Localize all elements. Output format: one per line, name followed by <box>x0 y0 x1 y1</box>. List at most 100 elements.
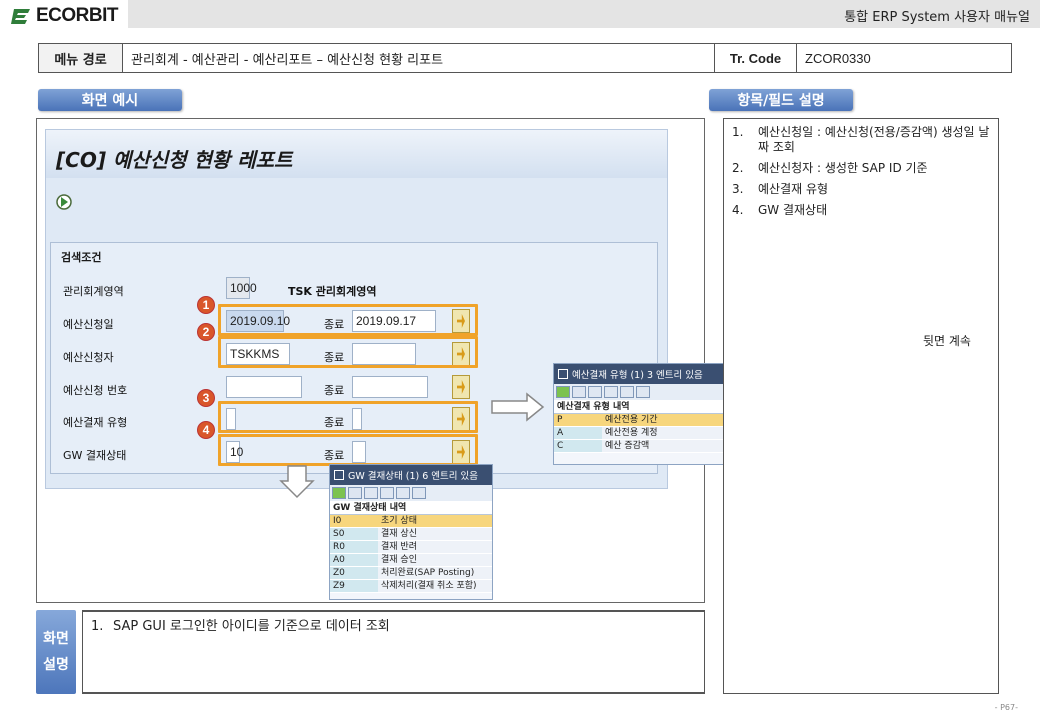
print-icon[interactable] <box>620 386 634 398</box>
menu-path-label: 메뉴 경로 <box>39 44 123 72</box>
marker-4: 4 <box>197 421 215 439</box>
screen-description-box: 1. SAP GUI 로그인한 아이디를 기준으로 데이터 조회 <box>82 610 705 694</box>
right-arrow-icon <box>491 392 545 422</box>
row-label-request-date: 예산신청일 <box>63 318 114 331</box>
manual-title: 통합 ERP System 사용자 매뉴얼 <box>844 10 1030 25</box>
continue-note: 뒷면 계속 <box>923 334 971 348</box>
item-text: 예산결재 유형 <box>758 182 829 196</box>
company-logo: ECORBIT <box>0 0 128 32</box>
popup-toolbar <box>330 485 492 501</box>
list-item: 3. 예산결재 유형 <box>732 182 992 197</box>
marker-2: 2 <box>197 323 215 341</box>
gw-status-popup: GW 결재상태 (1) 6 엔트리 있음 GW 결재상태 내역 I0 초기 상태 … <box>329 464 493 600</box>
item-code: A0 <box>330 554 378 566</box>
search-icon[interactable] <box>364 487 378 499</box>
list-item[interactable]: Z0 처리완료(SAP Posting) <box>330 567 492 580</box>
highlight-box-1 <box>218 304 478 336</box>
approval-type-column-header: 예산결재 유형 내역 <box>554 400 724 414</box>
list-item[interactable]: A0 결재 승인 <box>330 554 492 567</box>
tr-code-value: ZCOR0330 <box>805 50 871 66</box>
menu-path-value: 관리회계 - 예산관리 - 예산리포트 – 예산신청 현황 리포트 <box>123 44 715 72</box>
item-code: I0 <box>330 515 378 527</box>
item-code: P <box>554 414 602 426</box>
sap-title-band: [CO] 예산신청 현황 레포트 <box>46 130 667 178</box>
item-code: R0 <box>330 541 378 553</box>
list-item: 4. GW 결재상태 <box>732 203 992 218</box>
list-item[interactable]: I0 초기 상태 <box>330 515 492 528</box>
row-label-approval-type: 예산결재 유형 <box>63 416 128 429</box>
print-icon[interactable] <box>396 487 410 499</box>
list-item[interactable]: Z9 삭제처리(결재 취소 포함) <box>330 580 492 593</box>
item-desc: 예산전용 기간 <box>602 414 724 426</box>
gw-status-popup-title: GW 결재상태 (1) 6 엔트리 있음 <box>348 471 479 482</box>
tr-code-label: Tr. Code <box>715 44 797 72</box>
list-item[interactable]: P 예산전용 기간 <box>554 414 724 427</box>
gw-status-popup-header: GW 결재상태 (1) 6 엔트리 있음 <box>330 465 492 485</box>
controlling-area-text: TSK 관리회계영역 <box>288 285 377 298</box>
sap-report-title: [CO] 예산신청 현황 레포트 <box>56 148 293 172</box>
item-desc: 결재 상신 <box>381 529 417 539</box>
search-icon[interactable] <box>588 386 602 398</box>
request-number-to-label: 종료 <box>324 384 345 397</box>
item-number: 3. <box>732 182 744 196</box>
field-description-heading: 항목/필드 설명 <box>709 89 853 111</box>
list-item: 2. 예산신청자 : 생성한 SAP ID 기준 <box>732 161 992 176</box>
menu-path-table: 메뉴 경로 관리회계 - 예산관리 - 예산리포트 – 예산신청 현황 리포트 … <box>38 43 1012 73</box>
confirm-icon[interactable] <box>332 487 346 499</box>
execute-icon[interactable] <box>56 192 72 212</box>
field-description-list: 1. 예산신청일 : 예산신청(전용/증감액) 생성일 날짜 조회 2. 예산신청자… <box>732 125 992 224</box>
item-number: 1. <box>732 125 744 139</box>
item-number: 2. <box>732 161 744 175</box>
confirm-icon[interactable] <box>556 386 570 398</box>
item-desc: 삭제처리(결재 취소 포함) <box>381 581 477 591</box>
multiple-selection-button[interactable] <box>452 375 470 399</box>
screen-example-heading: 화면 예시 <box>38 89 182 111</box>
favorite-icon[interactable] <box>636 386 650 398</box>
popup-toolbar <box>554 384 724 400</box>
list-item[interactable]: C 예산 증감액 <box>554 440 724 453</box>
approval-type-popup: 예산결재 유형 (1) 3 엔트리 있음 예산결재 유형 내역 P 예산전용 기간… <box>553 363 725 465</box>
controlling-area-field[interactable]: 1000 <box>226 277 257 299</box>
row-label-request-number: 예산신청 번호 <box>63 384 128 397</box>
item-text: 예산신청일 : 예산신청(전용/증감액) 생성일 날짜 조회 <box>758 125 990 154</box>
marker-3: 3 <box>197 389 215 407</box>
item-text: 예산신청자 : 생성한 SAP ID 기준 <box>758 161 928 175</box>
screen-description-label-line2: 설명 <box>43 657 69 673</box>
item-desc: 예산 증감액 <box>605 441 650 451</box>
list-item[interactable]: S0 결재 상신 <box>330 528 492 541</box>
search-conditions-title: 검색조건 <box>61 251 102 264</box>
list-item[interactable]: A 예산전용 계정 <box>554 427 724 440</box>
item-text: SAP GUI 로그인한 아이디를 기준으로 데이터 조회 <box>113 619 390 634</box>
row-label-controlling-area: 관리회계영역 <box>63 285 124 298</box>
logo-text: ECORBIT <box>36 5 119 26</box>
request-number-to-field[interactable] <box>352 376 428 398</box>
find-next-icon[interactable] <box>604 386 618 398</box>
list-item[interactable]: R0 결재 반려 <box>330 541 492 554</box>
ecorbit-logo-icon <box>11 9 30 24</box>
window-icon <box>334 470 344 480</box>
find-next-icon[interactable] <box>380 487 394 499</box>
field-description-box: 1. 예산신청일 : 예산신청(전용/증감액) 생성일 날짜 조회 2. 예산신청자… <box>723 118 999 694</box>
cancel-icon[interactable] <box>572 386 586 398</box>
row-label-requester: 예산신청자 <box>63 351 114 364</box>
item-code: C <box>554 440 602 452</box>
cancel-icon[interactable] <box>348 487 362 499</box>
item-text: GW 결재상태 <box>758 203 828 217</box>
favorite-icon[interactable] <box>412 487 426 499</box>
highlight-box-4 <box>218 434 478 466</box>
list-item: 1. 예산신청일 : 예산신청(전용/증감액) 생성일 날짜 조회 <box>732 125 992 155</box>
list-item: 1. SAP GUI 로그인한 아이디를 기준으로 데이터 조회 <box>91 615 696 634</box>
gw-status-column-header: GW 결재상태 내역 <box>330 501 492 515</box>
screen-description-label-line1: 화면 <box>43 631 69 647</box>
item-desc: 초기 상태 <box>378 515 492 527</box>
window-icon <box>558 369 568 379</box>
screen-example-frame: [CO] 예산신청 현황 레포트 검색조건 관리회계영역 1000 TSK 관리… <box>36 118 725 603</box>
item-code: S0 <box>330 528 378 540</box>
item-code: Z0 <box>330 567 378 579</box>
request-number-from-field[interactable] <box>226 376 302 398</box>
approval-type-popup-title: 예산결재 유형 (1) 3 엔트리 있음 <box>572 370 703 381</box>
item-desc: 처리완료(SAP Posting) <box>381 568 475 578</box>
top-header: ECORBIT 통합 ERP System 사용자 매뉴얼 <box>0 0 1040 32</box>
highlight-box-3 <box>218 401 478 433</box>
item-number: 1. <box>91 619 104 634</box>
